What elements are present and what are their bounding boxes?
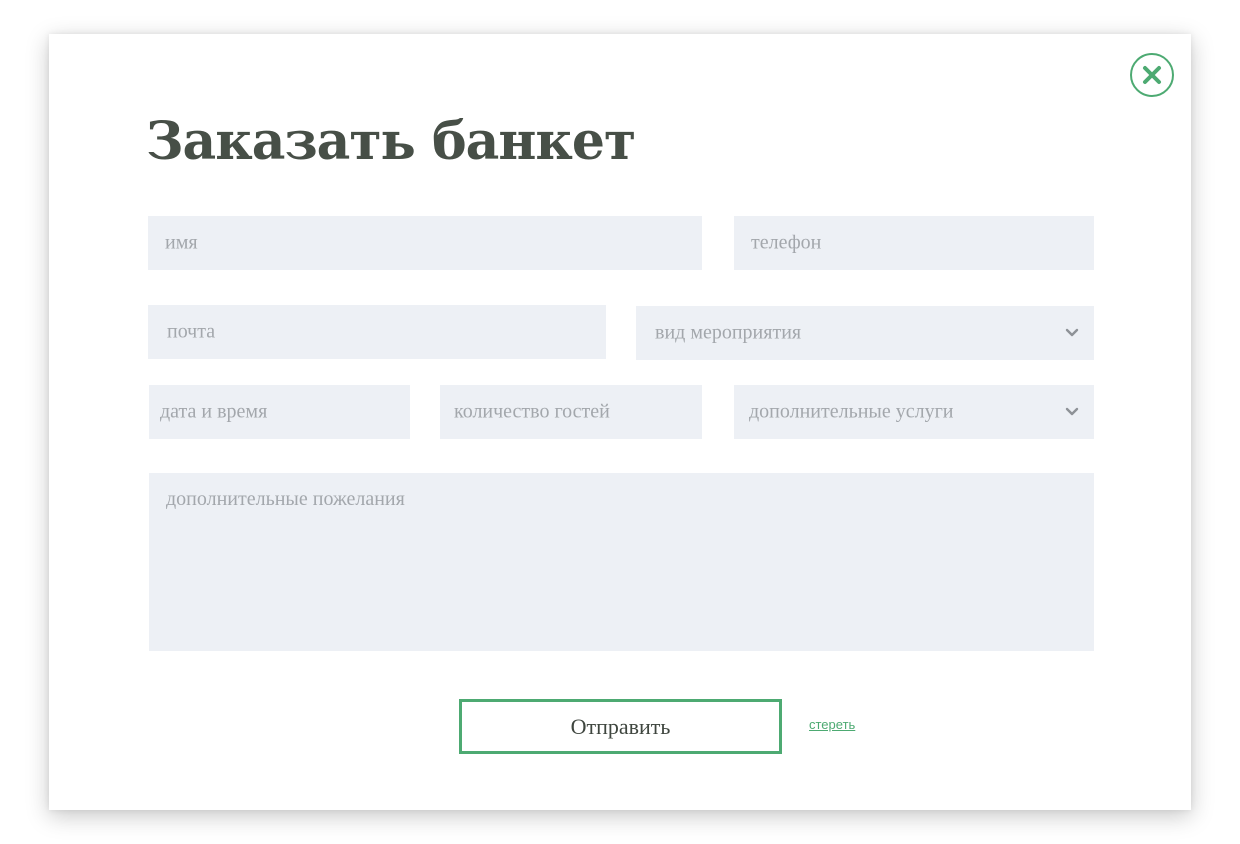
chevron-down-icon [1065, 407, 1079, 416]
guests-count-input[interactable]: количество гостей [440, 385, 702, 439]
close-icon [1143, 66, 1161, 84]
datetime-input[interactable]: дата и время [149, 385, 410, 439]
chevron-down-icon [1065, 328, 1079, 337]
extra-services-placeholder: дополнительные услуги [749, 400, 954, 423]
email-placeholder: почта [167, 320, 216, 343]
extra-services-select[interactable]: дополнительные услуги [734, 385, 1094, 439]
wishes-placeholder: дополнительные пожелания [166, 488, 405, 510]
name-input[interactable]: имя [148, 216, 702, 270]
close-button[interactable] [1130, 53, 1174, 97]
phone-placeholder: телефон [751, 231, 822, 254]
name-placeholder: имя [165, 231, 198, 254]
wishes-textarea[interactable]: дополнительные пожелания [149, 473, 1094, 651]
event-type-placeholder: вид мероприятия [655, 321, 802, 344]
phone-input[interactable]: телефон [734, 216, 1094, 270]
guests-count-placeholder: количество гостей [454, 400, 610, 423]
email-input[interactable]: почта [148, 305, 606, 359]
clear-link[interactable]: стереть [809, 717, 855, 732]
submit-button[interactable]: Отправить [459, 699, 782, 754]
modal-title: Заказать банкет [146, 111, 636, 172]
order-banquet-modal: Заказать банкет имя телефон почта вид ме… [49, 34, 1191, 810]
event-type-select[interactable]: вид мероприятия [636, 306, 1094, 360]
datetime-placeholder: дата и время [160, 400, 268, 423]
